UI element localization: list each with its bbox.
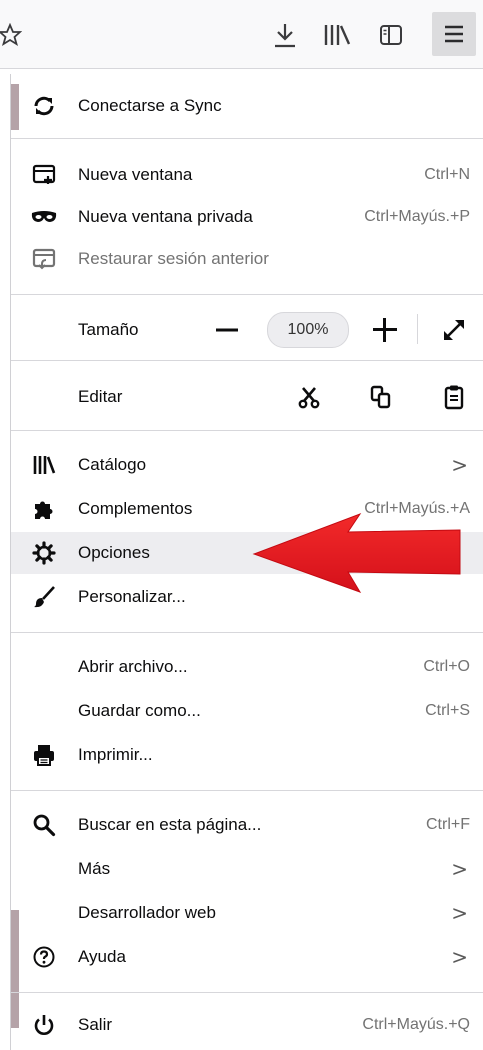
power-icon [31,1012,57,1038]
chevron-right-icon: > [451,857,468,881]
edit-controls: Editar [11,376,483,418]
fullscreen-icon[interactable] [441,317,467,343]
menu-item-label: Conectarse a Sync [78,96,222,115]
shortcut-label: Ctrl+N [424,166,470,183]
menu-item-library[interactable]: Catálogo > [11,444,483,486]
menu-item-new-window[interactable]: Nueva ventana Ctrl+N [11,154,483,196]
star-icon[interactable] [0,22,22,48]
menu-item-print[interactable]: Imprimir... [11,734,483,776]
menu-item-label: Complementos [78,499,193,518]
separator [11,790,483,791]
puzzle-piece-icon [31,496,57,522]
menu-item-label: Nueva ventana [78,165,193,184]
shortcut-label: Ctrl+S [425,702,470,719]
search-icon [31,812,57,838]
zoom-in-button[interactable] [373,318,397,342]
menu-item-label: Personalizar... [78,587,186,606]
menu-item-open-file[interactable]: Abrir archivo... Ctrl+O [11,646,483,688]
edit-label: Editar [78,387,123,406]
printer-icon [31,742,57,768]
restore-session-icon [31,246,57,272]
menu-item-label: Nueva ventana privada [78,207,253,226]
menu-item-label: Guardar como... [78,701,201,720]
menu-item-more[interactable]: Más > [11,848,483,890]
separator [11,138,483,139]
shortcut-label: Ctrl+F [426,816,470,833]
menu-item-sync[interactable]: Conectarse a Sync [11,84,483,128]
chevron-right-icon: > [451,453,468,477]
menu-item-help[interactable]: Ayuda > [11,936,483,978]
library-icon[interactable] [320,20,354,50]
library-icon [31,452,57,478]
menu-item-label: Imprimir... [78,745,153,764]
separator [11,294,483,295]
separator [417,314,418,344]
shortcut-label: Ctrl+Mayús.+P [364,208,470,225]
sync-icon [31,93,57,119]
menu-item-find[interactable]: Buscar en esta página... Ctrl+F [11,804,483,846]
chevron-right-icon: > [451,945,468,969]
cut-icon[interactable] [296,384,322,410]
separator [11,992,483,993]
separator [11,430,483,431]
shortcut-label: Ctrl+O [423,658,470,675]
separator [11,360,483,361]
menu-item-label: Opciones [78,543,150,562]
menu-item-label: Más [78,859,111,878]
paste-icon[interactable] [441,384,467,410]
browser-toolbar [0,0,483,69]
menu-item-quit[interactable]: Salir Ctrl+Mayús.+Q [11,1004,483,1046]
menu-item-save-as[interactable]: Guardar como... Ctrl+S [11,690,483,732]
menu-item-label: Buscar en esta página... [78,815,262,834]
menu-item-label: Salir [78,1015,113,1034]
shortcut-label: Ctrl+Mayús.+Q [362,1016,470,1033]
menu-item-private-window[interactable]: Nueva ventana privada Ctrl+Mayús.+P [11,196,483,238]
sidebar-icon[interactable] [376,20,406,50]
zoom-reset-button[interactable]: 100% [267,312,349,348]
menu-item-label: Catálogo [78,455,147,474]
hamburger-menu-icon[interactable] [432,12,476,56]
copy-icon[interactable] [368,384,394,410]
menu-item-label: Abrir archivo... [78,657,188,676]
menu-item-label: Desarrollador web [78,903,216,922]
chevron-right-icon: > [451,901,468,925]
new-window-icon [31,162,57,188]
zoom-label: Tamaño [78,320,139,339]
zoom-out-button[interactable] [216,328,238,332]
paintbrush-icon [31,584,57,610]
menu-item-restore-session[interactable]: Restaurar sesión anterior [11,238,483,280]
menu-item-label: Restaurar sesión anterior [78,249,269,268]
download-icon[interactable] [270,20,300,50]
zoom-controls: Tamaño 100% [11,308,483,352]
red-arrow-annotation [252,510,464,594]
menu-item-web-developer[interactable]: Desarrollador web > [11,892,483,934]
help-icon [31,944,57,970]
menu-item-label: Ayuda [78,947,126,966]
separator [11,632,483,633]
gear-icon [31,540,57,566]
private-mask-icon [31,204,57,230]
